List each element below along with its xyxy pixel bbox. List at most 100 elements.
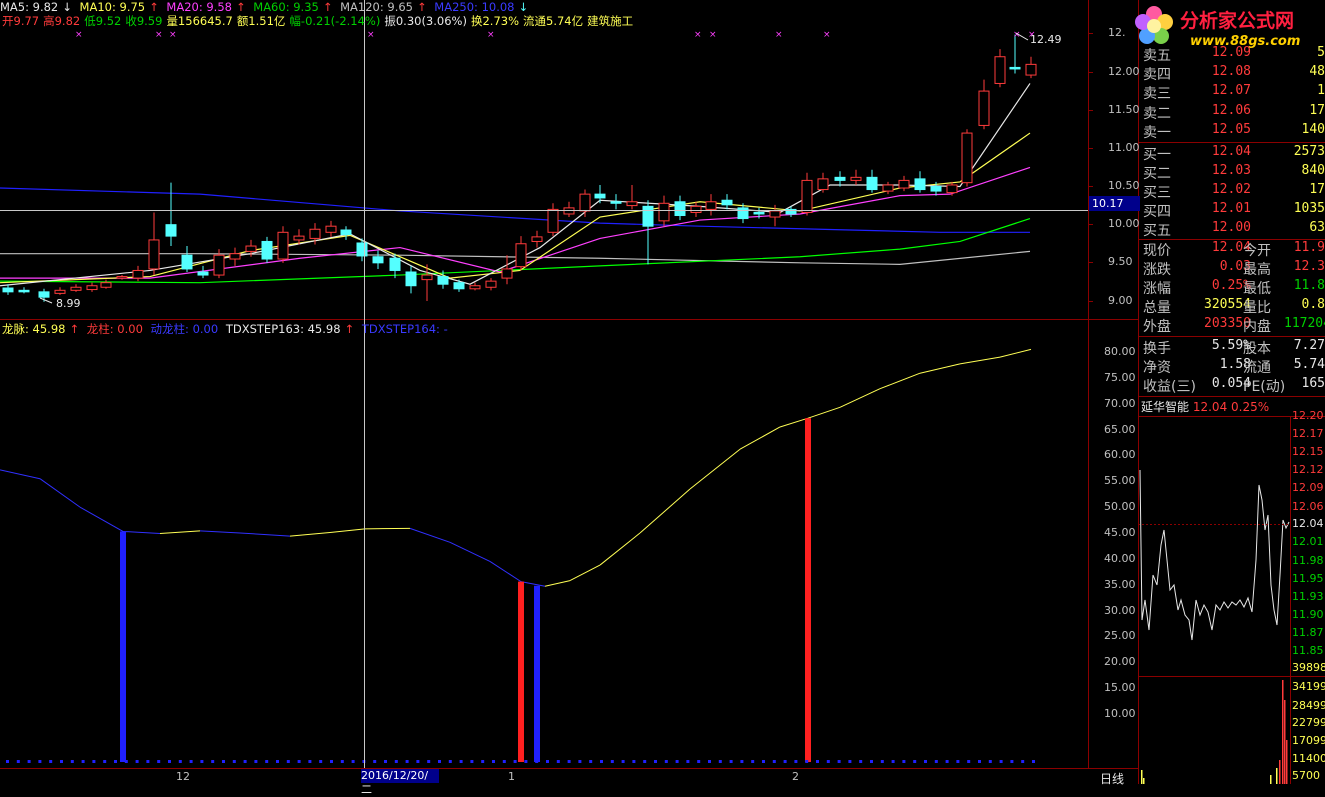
longmai-segment xyxy=(689,448,741,490)
quote-label: 净资 xyxy=(1143,360,1171,376)
baseline-dot xyxy=(686,760,690,763)
baseline-dot xyxy=(621,760,625,763)
candle-body xyxy=(100,282,112,288)
candle-body xyxy=(834,176,846,181)
quote-label: 量比 xyxy=(1243,300,1271,316)
ma120-arrow-icon: ↑ xyxy=(417,0,427,14)
candle-body xyxy=(389,257,401,271)
candle-body xyxy=(674,201,686,217)
volume-value: 量156645.7 xyxy=(166,14,233,28)
baseline-dot xyxy=(643,760,647,763)
quote-row: 收益(三) 0.054 PE(动) 165 xyxy=(1141,376,1325,395)
mini-volume-bar xyxy=(1279,760,1281,784)
baseline-dot xyxy=(438,760,441,763)
indicator-tick: 45.00 xyxy=(1104,526,1136,539)
quote-row: 换手 5.59% 股本 7.27 xyxy=(1141,338,1325,357)
quote-value: 0.8 xyxy=(1301,297,1325,312)
signal-mark: × xyxy=(823,30,831,40)
longmai-segment xyxy=(599,532,641,566)
quote-row: 外盘203350内盘117204 xyxy=(1141,316,1325,335)
ask-price: 12.06 xyxy=(1211,103,1251,118)
baseline-dot xyxy=(276,760,279,763)
candle-body xyxy=(978,90,990,126)
longzhu-label: 龙柱: 0.00 xyxy=(86,322,143,336)
candle-body xyxy=(1009,66,1021,70)
quote-row: 总量 320554 量比 0.8 xyxy=(1141,297,1325,316)
ask-price: 12.08 xyxy=(1211,64,1251,79)
longmai-segment xyxy=(520,581,546,587)
mini-volume-bar xyxy=(1286,740,1288,784)
candle-body xyxy=(753,211,765,215)
high-value: 高9.82 xyxy=(43,14,81,28)
close-value: 收9.59 xyxy=(125,14,163,28)
mini-price-tick: 12.01 xyxy=(1292,535,1324,548)
baseline-dot xyxy=(103,760,107,763)
candle-body xyxy=(197,271,209,276)
baseline-dot xyxy=(286,760,290,763)
mini-price-tick: 12.04 xyxy=(1292,517,1324,530)
baseline-dot xyxy=(956,760,960,763)
baseline-dot xyxy=(751,760,755,763)
x-label-jan: 1 xyxy=(508,770,515,783)
candle-body xyxy=(405,271,417,287)
candle-body xyxy=(309,228,321,239)
ask-qty: 48 xyxy=(1309,64,1325,79)
baseline-dot xyxy=(481,760,485,763)
candle-body xyxy=(485,280,497,288)
bid-label: 买五 xyxy=(1143,223,1171,239)
bid-row: 买五 12.00 63 xyxy=(1141,220,1325,239)
longmai-segment xyxy=(639,488,691,534)
longmai-segment xyxy=(199,530,241,534)
baseline-dot xyxy=(243,760,247,763)
baseline-dot xyxy=(1021,760,1025,763)
quote-label: 最低 xyxy=(1243,281,1271,297)
ask-price: 12.05 xyxy=(1211,122,1251,137)
bid-row: 买四 12.01 1035 xyxy=(1141,201,1325,220)
quote-value: 165 xyxy=(1301,376,1325,391)
bid-qty: 840 xyxy=(1301,163,1325,178)
float-value: 流通5.74亿 xyxy=(523,14,584,28)
price-tick: 10.50 xyxy=(1108,179,1140,192)
longmai-segment xyxy=(239,532,291,537)
price-tick: 9.00 xyxy=(1108,294,1133,307)
baseline-dot xyxy=(535,760,539,763)
baseline-dot xyxy=(427,760,431,763)
candle-body xyxy=(882,184,894,192)
candle-body xyxy=(181,254,193,270)
mini-chart-title: 延华智能 12.04 0.25% xyxy=(1141,398,1269,415)
baseline-dot xyxy=(351,760,355,763)
step163-label: TDXSTEP163: 45.98 xyxy=(225,322,341,336)
longmai-segment xyxy=(839,388,881,408)
baseline-dot xyxy=(546,760,549,763)
ma5-arrow-icon: ↓ xyxy=(62,0,72,14)
quote-label: 最高 xyxy=(1243,262,1271,278)
mini-price-tick: 11.87 xyxy=(1292,626,1324,639)
ask-row: 卖二 12.06 17 xyxy=(1141,103,1325,122)
mini-vol-tick: 11400 xyxy=(1292,752,1325,765)
candle-body xyxy=(579,193,591,212)
baseline-dot xyxy=(16,760,20,763)
candle-body xyxy=(245,245,257,252)
x-label-feb: 2 xyxy=(792,770,799,783)
ask-label: 卖二 xyxy=(1143,106,1171,122)
period-button[interactable]: 日线 xyxy=(1100,770,1124,787)
baseline-dot xyxy=(405,760,409,763)
candle-body xyxy=(356,242,368,257)
bid-price: 12.00 xyxy=(1211,220,1251,235)
baseline-dot xyxy=(200,760,204,763)
bid-label: 买三 xyxy=(1143,185,1171,201)
candle-body xyxy=(817,178,829,191)
longmai-segment xyxy=(879,372,921,390)
indicator-tick: 55.00 xyxy=(1104,474,1136,488)
dragon-pillar-bar xyxy=(120,531,126,762)
candle-body xyxy=(116,276,128,279)
signal-mark: × xyxy=(775,30,783,40)
baseline-dot xyxy=(880,760,884,763)
candle-body xyxy=(54,289,66,294)
baseline-dot xyxy=(632,760,636,763)
bid-row: 买三 12.02 17 xyxy=(1141,182,1325,201)
baseline-dot xyxy=(837,760,841,763)
baseline-dot xyxy=(718,760,722,763)
baseline-dot xyxy=(124,760,128,763)
bid-price: 12.02 xyxy=(1211,182,1251,197)
